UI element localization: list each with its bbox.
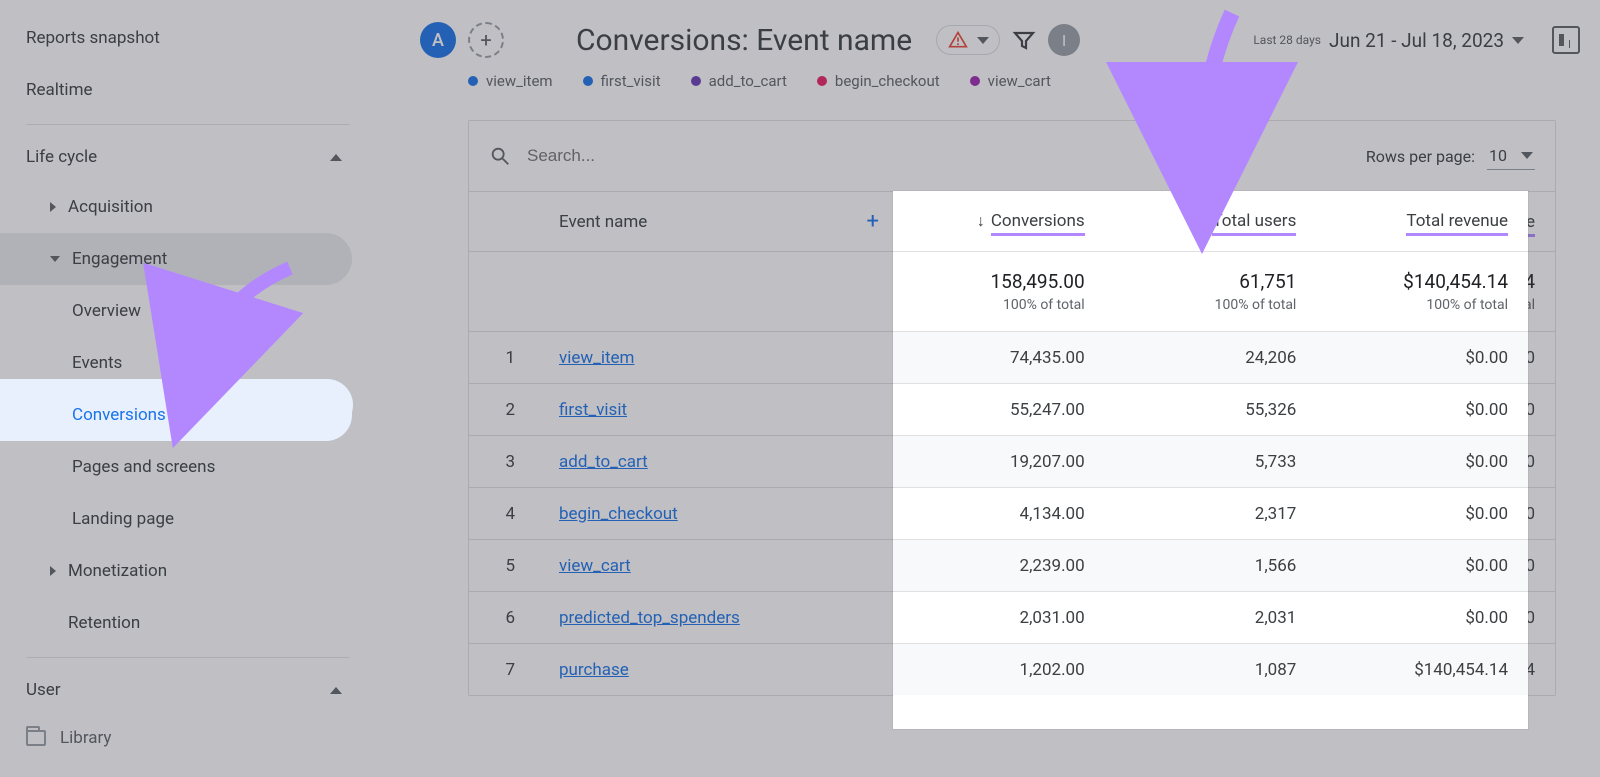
sidebar-item-pages-screens[interactable]: Pages and screens [0, 441, 352, 493]
sidebar-item-events[interactable]: Events [0, 337, 352, 389]
label: Events [72, 353, 122, 373]
event-link[interactable]: view_item [559, 348, 634, 368]
table-row: 7 purchase 1,202.00 1,087 $140,454.14 [469, 643, 1555, 695]
legend-item[interactable]: first_visit [583, 72, 661, 90]
sidebar-item-retention[interactable]: Retention [0, 597, 352, 649]
label: Retention [68, 613, 140, 633]
legend-item[interactable]: begin_checkout [817, 72, 940, 90]
event-link[interactable]: purchase [559, 660, 629, 680]
label: Life cycle [26, 147, 97, 167]
folder-icon [26, 730, 46, 746]
search-input[interactable] [527, 146, 827, 166]
label: Overview [72, 301, 141, 321]
table-toolbar: Rows per page: 10 [469, 121, 1555, 191]
expand-icon [50, 566, 56, 576]
sidebar-item-reports-snapshot[interactable]: Reports snapshot [0, 12, 352, 64]
divider [26, 124, 350, 125]
sidebar-item-landing-page[interactable]: Landing page [0, 493, 352, 545]
sidebar-item-engagement[interactable]: Engagement [0, 233, 352, 285]
sidebar-item-library[interactable]: Library [0, 714, 420, 762]
column-header-revenue[interactable]: Total revenue [1336, 212, 1555, 232]
warning-icon [947, 30, 969, 50]
sidebar-item-conversions[interactable]: Conversions [0, 389, 352, 441]
sidebar: Reports snapshot Realtime Life cycle Acq… [0, 0, 420, 777]
dot-icon [583, 76, 593, 86]
date-range-picker[interactable]: Last 28 days Jun 21 - Jul 18, 2023 [1253, 29, 1524, 52]
column-header-users[interactable]: Total users [1118, 212, 1337, 232]
table-row: 4 begin_checkout 4,134.00 2,317 $0.00 [469, 487, 1555, 539]
sidebar-section-user[interactable]: User [0, 666, 352, 714]
event-link[interactable]: view_cart [559, 556, 631, 576]
label: Reports snapshot [26, 28, 160, 48]
label: Pages and screens [72, 457, 215, 477]
event-link[interactable]: begin_checkout [559, 504, 678, 524]
rows-per-page-select[interactable]: 10 [1487, 142, 1535, 170]
data-table-card: Rows per page: 10 Event name + ↓Conversi… [468, 120, 1556, 696]
label: Monetization [68, 561, 167, 581]
rpp-label: Rows per page: [1366, 147, 1475, 166]
legend-item[interactable]: view_item [468, 72, 553, 90]
customize-report-icon[interactable] [1552, 26, 1580, 54]
table-totals-row: 158,495.00 100% of total 61,751 100% of … [469, 251, 1555, 331]
table: Event name + ↓Conversions Total users To… [469, 191, 1555, 695]
sidebar-section-lifecycle[interactable]: Life cycle [0, 133, 352, 181]
page-title: Conversions: Event name [576, 23, 912, 58]
chevron-down-icon [1512, 37, 1524, 44]
collapse-icon [50, 256, 60, 262]
date-value: Jun 21 - Jul 18, 2023 [1329, 29, 1504, 52]
add-comparison-button[interactable]: + [468, 22, 504, 58]
event-link[interactable]: first_visit [559, 400, 627, 420]
table-row: 1 view_item 74,435.00 24,206 $0.00 [469, 331, 1555, 383]
dot-icon [691, 76, 701, 86]
sidebar-item-monetization[interactable]: Monetization [0, 545, 352, 597]
event-link[interactable]: predicted_top_spenders [559, 608, 740, 628]
sidebar-item-overview[interactable]: Overview [0, 285, 352, 337]
label: Conversions [72, 405, 166, 425]
rpp-value: 10 [1489, 146, 1507, 165]
legend-item[interactable]: add_to_cart [691, 72, 787, 90]
table-header-row: Event name + ↓Conversions Total users To… [469, 191, 1555, 251]
sort-down-icon: ↓ [990, 212, 998, 231]
table-row: 3 add_to_cart 19,207.00 5,733 $0.00 [469, 435, 1555, 487]
dot-icon [970, 76, 980, 86]
event-link[interactable]: add_to_cart [559, 452, 648, 472]
chevron-down-icon [1521, 152, 1533, 159]
label: Realtime [26, 80, 93, 100]
filter-icon[interactable] [1012, 28, 1036, 52]
label: Library [60, 728, 111, 748]
sidebar-item-realtime[interactable]: Realtime [0, 64, 352, 116]
table-row: 6 predicted_top_spenders 2,031.00 2,031 … [469, 591, 1555, 643]
rows-per-page: Rows per page: 10 [1366, 142, 1535, 170]
label: Acquisition [68, 197, 153, 217]
label: User [26, 680, 61, 700]
divider [26, 657, 350, 658]
expand-icon [50, 202, 56, 212]
legend-item[interactable]: view_cart [970, 72, 1051, 90]
dot-icon [817, 76, 827, 86]
table-row: 2 first_visit 55,247.00 55,326 $0.00 [469, 383, 1555, 435]
chart-legend: view_item first_visit add_to_cart begin_… [468, 72, 1051, 90]
table-row: 5 view_cart 2,239.00 1,566 $0.00 [469, 539, 1555, 591]
data-quality-pill[interactable] [936, 25, 1000, 55]
dot-icon [468, 76, 478, 86]
account-avatar[interactable]: A [420, 22, 456, 58]
sidebar-item-acquisition[interactable]: Acquisition [0, 181, 352, 233]
chevron-up-icon [324, 145, 348, 169]
comparison-avatar[interactable]: I [1048, 24, 1080, 56]
add-dimension-button[interactable]: + [867, 209, 879, 234]
column-header-event: Event name + [529, 209, 899, 234]
label: Landing page [72, 509, 174, 529]
date-label: Last 28 days [1253, 33, 1321, 47]
search-icon [489, 145, 511, 167]
chevron-down-icon [977, 37, 989, 44]
topbar: A + Conversions: Event name I Last 28 da… [420, 0, 1600, 80]
chevron-up-icon [324, 678, 348, 702]
label: Engagement [72, 249, 167, 269]
column-header-conversions[interactable]: ↓Conversions [899, 212, 1118, 232]
